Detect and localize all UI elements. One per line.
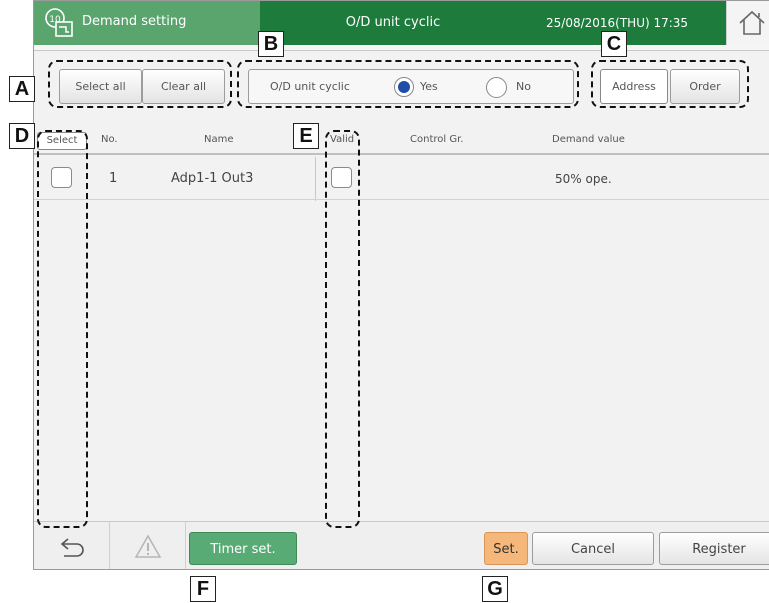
back-button[interactable] [34, 522, 110, 569]
highlight-box-b [237, 60, 579, 108]
callout-f: F [190, 576, 216, 602]
alarm-button[interactable] [110, 522, 186, 569]
row-no: 1 [109, 171, 118, 186]
header-bar: 10 Demand setting O/D unit cyclic 25/08/… [34, 1, 769, 51]
home-button[interactable] [726, 1, 769, 45]
screen-title: Demand setting [82, 14, 187, 29]
warning-icon [134, 534, 162, 558]
row-divider [315, 157, 316, 201]
callout-e: E [293, 123, 319, 149]
demand-setting-icon: 10 [44, 7, 74, 39]
screen-title-area: 10 Demand setting [34, 1, 260, 45]
cancel-button[interactable]: Cancel [532, 532, 654, 565]
highlight-box-c [591, 60, 749, 108]
highlight-box-e [325, 130, 360, 528]
back-arrow-icon [60, 538, 84, 557]
name-column-header: Name [204, 134, 234, 145]
list-header: Select No. Name Valid Control Gr. Demand… [34, 125, 769, 155]
demand-value-column-header: Demand value [552, 134, 625, 145]
highlight-box-a [48, 60, 232, 108]
timer-set-button[interactable]: Timer set. [189, 532, 297, 565]
row-demand-value: 50% ope. [555, 172, 612, 186]
callout-c: C [601, 31, 627, 57]
callout-a: A [9, 76, 35, 102]
row-name: Adp1-1 Out3 [171, 171, 254, 186]
control-group-column-header: Control Gr. [410, 134, 464, 145]
callout-d: D [9, 123, 35, 149]
home-icon [739, 10, 765, 35]
set-button[interactable]: Set. [484, 532, 528, 565]
highlight-box-d [37, 130, 88, 528]
no-column-header: No. [101, 134, 118, 145]
row-underline [34, 199, 769, 200]
footer-bar: Timer set. Set. Cancel Register [34, 521, 769, 569]
callout-g: G [482, 576, 508, 602]
register-button[interactable]: Register [659, 532, 769, 565]
callout-b: B [258, 31, 284, 57]
table-row[interactable]: 1 Adp1-1 Out3 50% ope. [34, 157, 769, 201]
active-tab-title: O/D unit cyclic [260, 1, 526, 45]
